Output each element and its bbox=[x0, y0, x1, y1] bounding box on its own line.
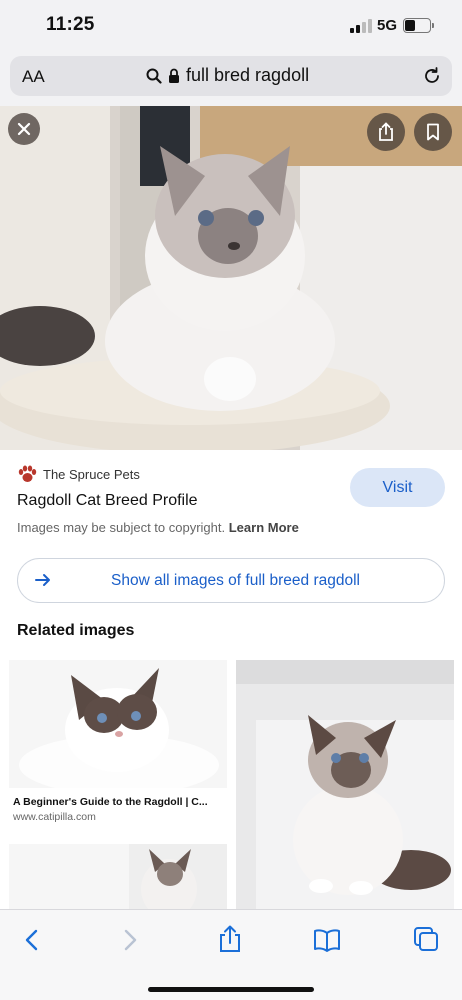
url-display[interactable]: full bred ragdoll bbox=[146, 65, 309, 86]
text-size-button[interactable]: AA bbox=[22, 67, 45, 87]
search-icon bbox=[146, 68, 162, 84]
close-icon bbox=[17, 122, 31, 136]
status-bar: 11:25 5G bbox=[0, 0, 462, 54]
show-all-images-button[interactable]: Show all images of full breed ragdoll bbox=[17, 558, 445, 603]
battery-nub bbox=[432, 23, 434, 28]
copyright-text: Images may be subject to copyright. bbox=[17, 520, 226, 535]
learn-more-link[interactable]: Learn More bbox=[229, 520, 299, 535]
bottom-toolbar bbox=[0, 909, 462, 1000]
related-card[interactable]: A Beginner's Guide to the Ragdoll | C...… bbox=[9, 660, 227, 828]
share-button[interactable] bbox=[367, 113, 405, 151]
result-title[interactable]: Ragdoll Cat Breed Profile bbox=[17, 492, 198, 510]
paw-icon bbox=[18, 465, 37, 482]
chevron-right-icon[interactable] bbox=[122, 928, 140, 952]
related-card[interactable] bbox=[9, 844, 227, 914]
related-image bbox=[9, 660, 227, 788]
reload-icon[interactable] bbox=[422, 66, 442, 86]
related-image bbox=[236, 660, 454, 912]
tabs-icon[interactable] bbox=[413, 926, 439, 952]
close-button[interactable] bbox=[8, 113, 40, 145]
book-icon[interactable] bbox=[313, 928, 341, 952]
copyright-notice: Images may be subject to copyright. Lear… bbox=[17, 520, 299, 535]
address-bar-area: AA full bred ragdoll bbox=[0, 54, 462, 106]
related-caption: A Beginner's Guide to the Ragdoll | C... bbox=[13, 796, 208, 808]
related-heading: Related images bbox=[17, 622, 135, 639]
home-indicator bbox=[148, 987, 314, 992]
status-time: 11:25 bbox=[46, 14, 95, 35]
visit-button[interactable]: Visit bbox=[350, 468, 445, 507]
related-image bbox=[9, 844, 227, 914]
chevron-left-icon[interactable] bbox=[22, 928, 40, 952]
related-site: www.catipilla.com bbox=[13, 811, 96, 823]
address-bar[interactable]: AA full bred ragdoll bbox=[10, 56, 452, 96]
source-row[interactable]: The Spruce Pets bbox=[17, 465, 140, 483]
url-text: full bred ragdoll bbox=[186, 65, 310, 85]
show-all-label: Show all images of full breed ragdoll bbox=[111, 572, 360, 589]
source-name: The Spruce Pets bbox=[43, 466, 140, 482]
bookmark-icon bbox=[427, 123, 439, 141]
related-card[interactable] bbox=[236, 660, 454, 912]
network-label: 5G bbox=[377, 17, 398, 34]
lock-icon bbox=[169, 68, 179, 83]
hero-image[interactable] bbox=[0, 106, 462, 450]
ragdoll-cat-photo bbox=[0, 106, 462, 450]
signal-icon bbox=[350, 19, 372, 33]
bookmark-button[interactable] bbox=[414, 113, 452, 151]
battery-icon bbox=[403, 18, 431, 33]
share-icon[interactable] bbox=[218, 925, 242, 953]
share-icon bbox=[379, 122, 393, 141]
arrow-right-icon bbox=[35, 574, 50, 586]
